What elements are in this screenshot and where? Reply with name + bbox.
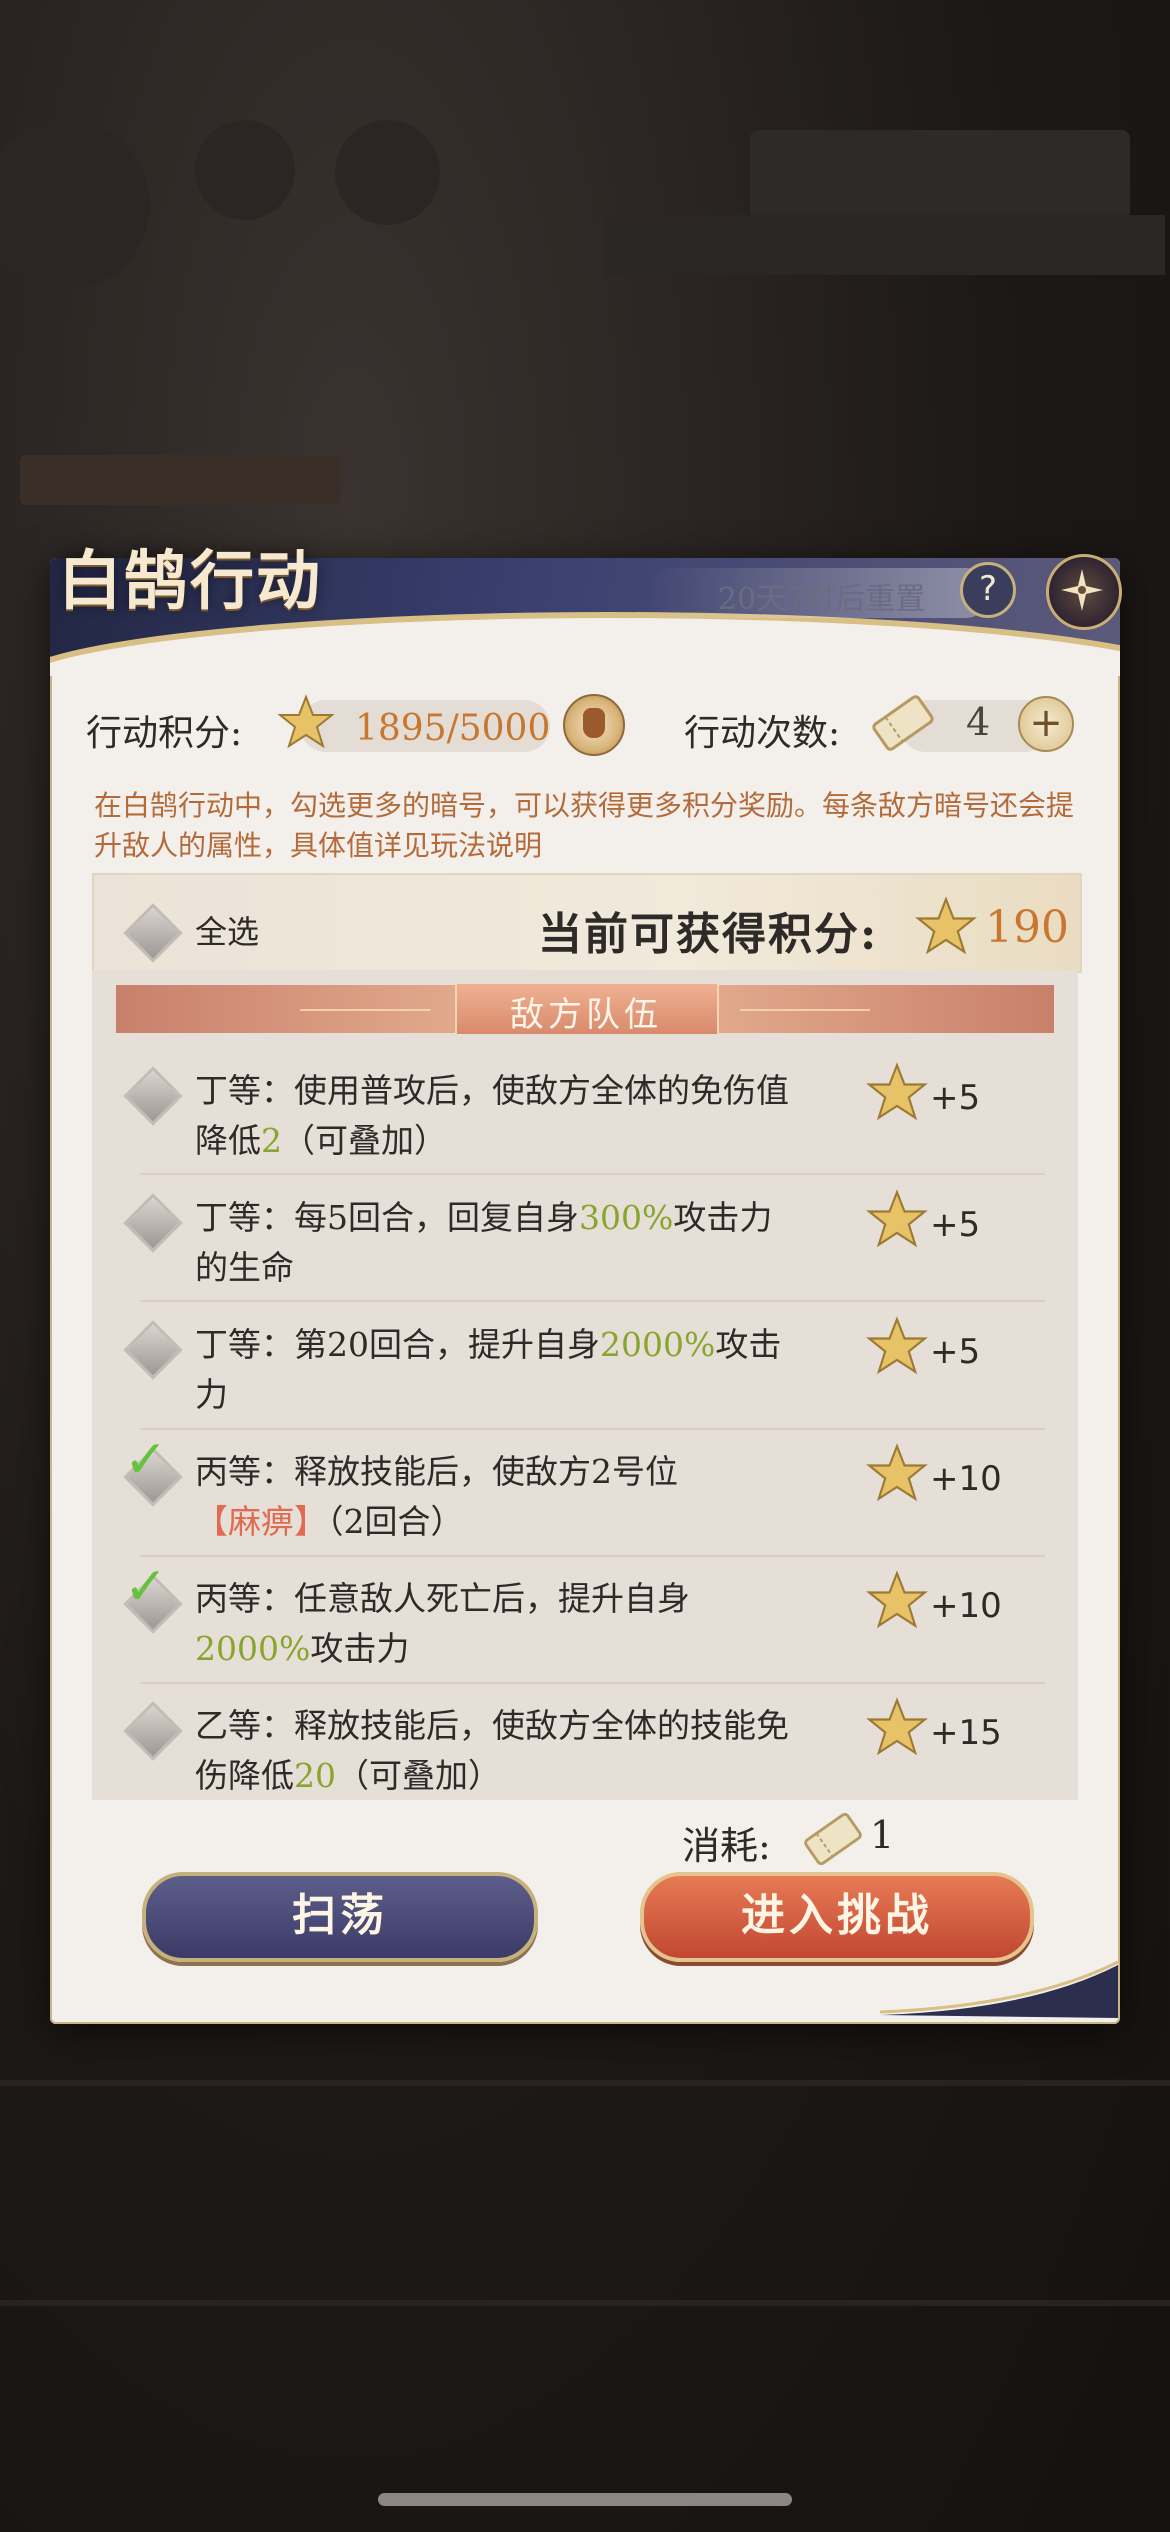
checkmark-icon: ✓ (124, 1557, 168, 1617)
enter-challenge-button[interactable]: 进入挑战 (640, 1872, 1034, 1962)
code-item-text[interactable]: 丙等：任意敌人死亡后，提升自身2000%攻击力 (195, 1574, 795, 1674)
compass-star-icon (1061, 569, 1103, 611)
code-item-text[interactable]: 丁等：每5回合，回复自身300%攻击力的生命 (195, 1193, 795, 1293)
bg-button-3 (335, 120, 440, 225)
list-divider (140, 1555, 1045, 1557)
bg-panel (750, 130, 1130, 220)
star-icon (866, 1189, 928, 1248)
star-icon (866, 1697, 928, 1756)
footer-ornament (880, 1960, 1119, 2018)
code-points: +15 (930, 1713, 1002, 1753)
select-all-label[interactable]: 全选 (195, 907, 259, 953)
current-points-value: 190 (985, 902, 1069, 953)
count-label: 行动次数: (684, 713, 841, 754)
star-icon (915, 896, 977, 955)
header-deco-left (300, 1009, 430, 1011)
star-icon (866, 1443, 928, 1502)
points-value: 1895/5000 (355, 708, 551, 749)
bg-shelf (0, 2080, 1170, 2086)
add-count-button[interactable]: + (1018, 696, 1074, 752)
home-indicator[interactable] (378, 2493, 792, 2506)
sweep-button[interactable]: 扫荡 (142, 1872, 538, 1962)
cost-label: 消耗: (682, 1824, 771, 1868)
header-deco-right (740, 1009, 870, 1011)
code-points: +5 (930, 1205, 981, 1245)
reset-timer: 20天7时后重置 (718, 582, 926, 617)
header-swoosh (50, 618, 1120, 676)
ticket-icon (872, 695, 934, 751)
current-points-label: 当前可获得积分: (538, 909, 879, 960)
code-points: +10 (930, 1586, 1002, 1626)
points-label: 行动积分: (86, 713, 243, 754)
code-points: +10 (930, 1459, 1002, 1499)
list-divider (140, 1173, 1045, 1175)
code-item-text[interactable]: 丁等：第20回合，提升自身2000%攻击力 (195, 1320, 795, 1420)
code-item-text[interactable]: 丁等：使用普攻后，使敌方全体的免伤值降低2（可叠加） (195, 1066, 795, 1166)
list-divider (140, 1682, 1045, 1684)
ticket-icon (804, 1812, 862, 1866)
description-text: 在白鹄行动中，勾选更多的暗号，可以获得更多积分奖励。每条敌方暗号还会提升敌人的属… (94, 789, 1075, 862)
code-points: +5 (930, 1078, 981, 1118)
checkmark-icon: ✓ (124, 1430, 168, 1490)
star-icon (278, 694, 334, 749)
count-value: 4 (966, 700, 991, 744)
bg-button-2 (195, 120, 295, 220)
code-item-text[interactable]: 丙等：释放技能后，使敌方2号位【麻痹】（2回合） (195, 1447, 795, 1547)
code-points: +5 (930, 1332, 981, 1372)
dialog-title: 白鹄行动 (58, 544, 322, 619)
help-button[interactable]: ? (960, 562, 1016, 618)
list-divider (140, 1300, 1045, 1302)
bg-shelf-2 (0, 2300, 1170, 2306)
list-divider (140, 1428, 1045, 1430)
star-icon (866, 1062, 928, 1121)
bg-subtitle-box (20, 455, 340, 505)
close-button[interactable] (1046, 554, 1122, 630)
code-item-text[interactable]: 乙等：释放技能后，使敌方全体的技能免伤降低20（可叠加） (195, 1701, 795, 1801)
cost-value: 1 (870, 1813, 895, 1857)
star-icon (866, 1570, 928, 1629)
bg-panel-2 (605, 215, 1165, 275)
reward-bag-icon[interactable] (563, 694, 625, 756)
bg-button-1 (0, 120, 150, 290)
star-icon (866, 1316, 928, 1375)
enemy-section-title: 敌方队伍 (510, 995, 662, 1035)
